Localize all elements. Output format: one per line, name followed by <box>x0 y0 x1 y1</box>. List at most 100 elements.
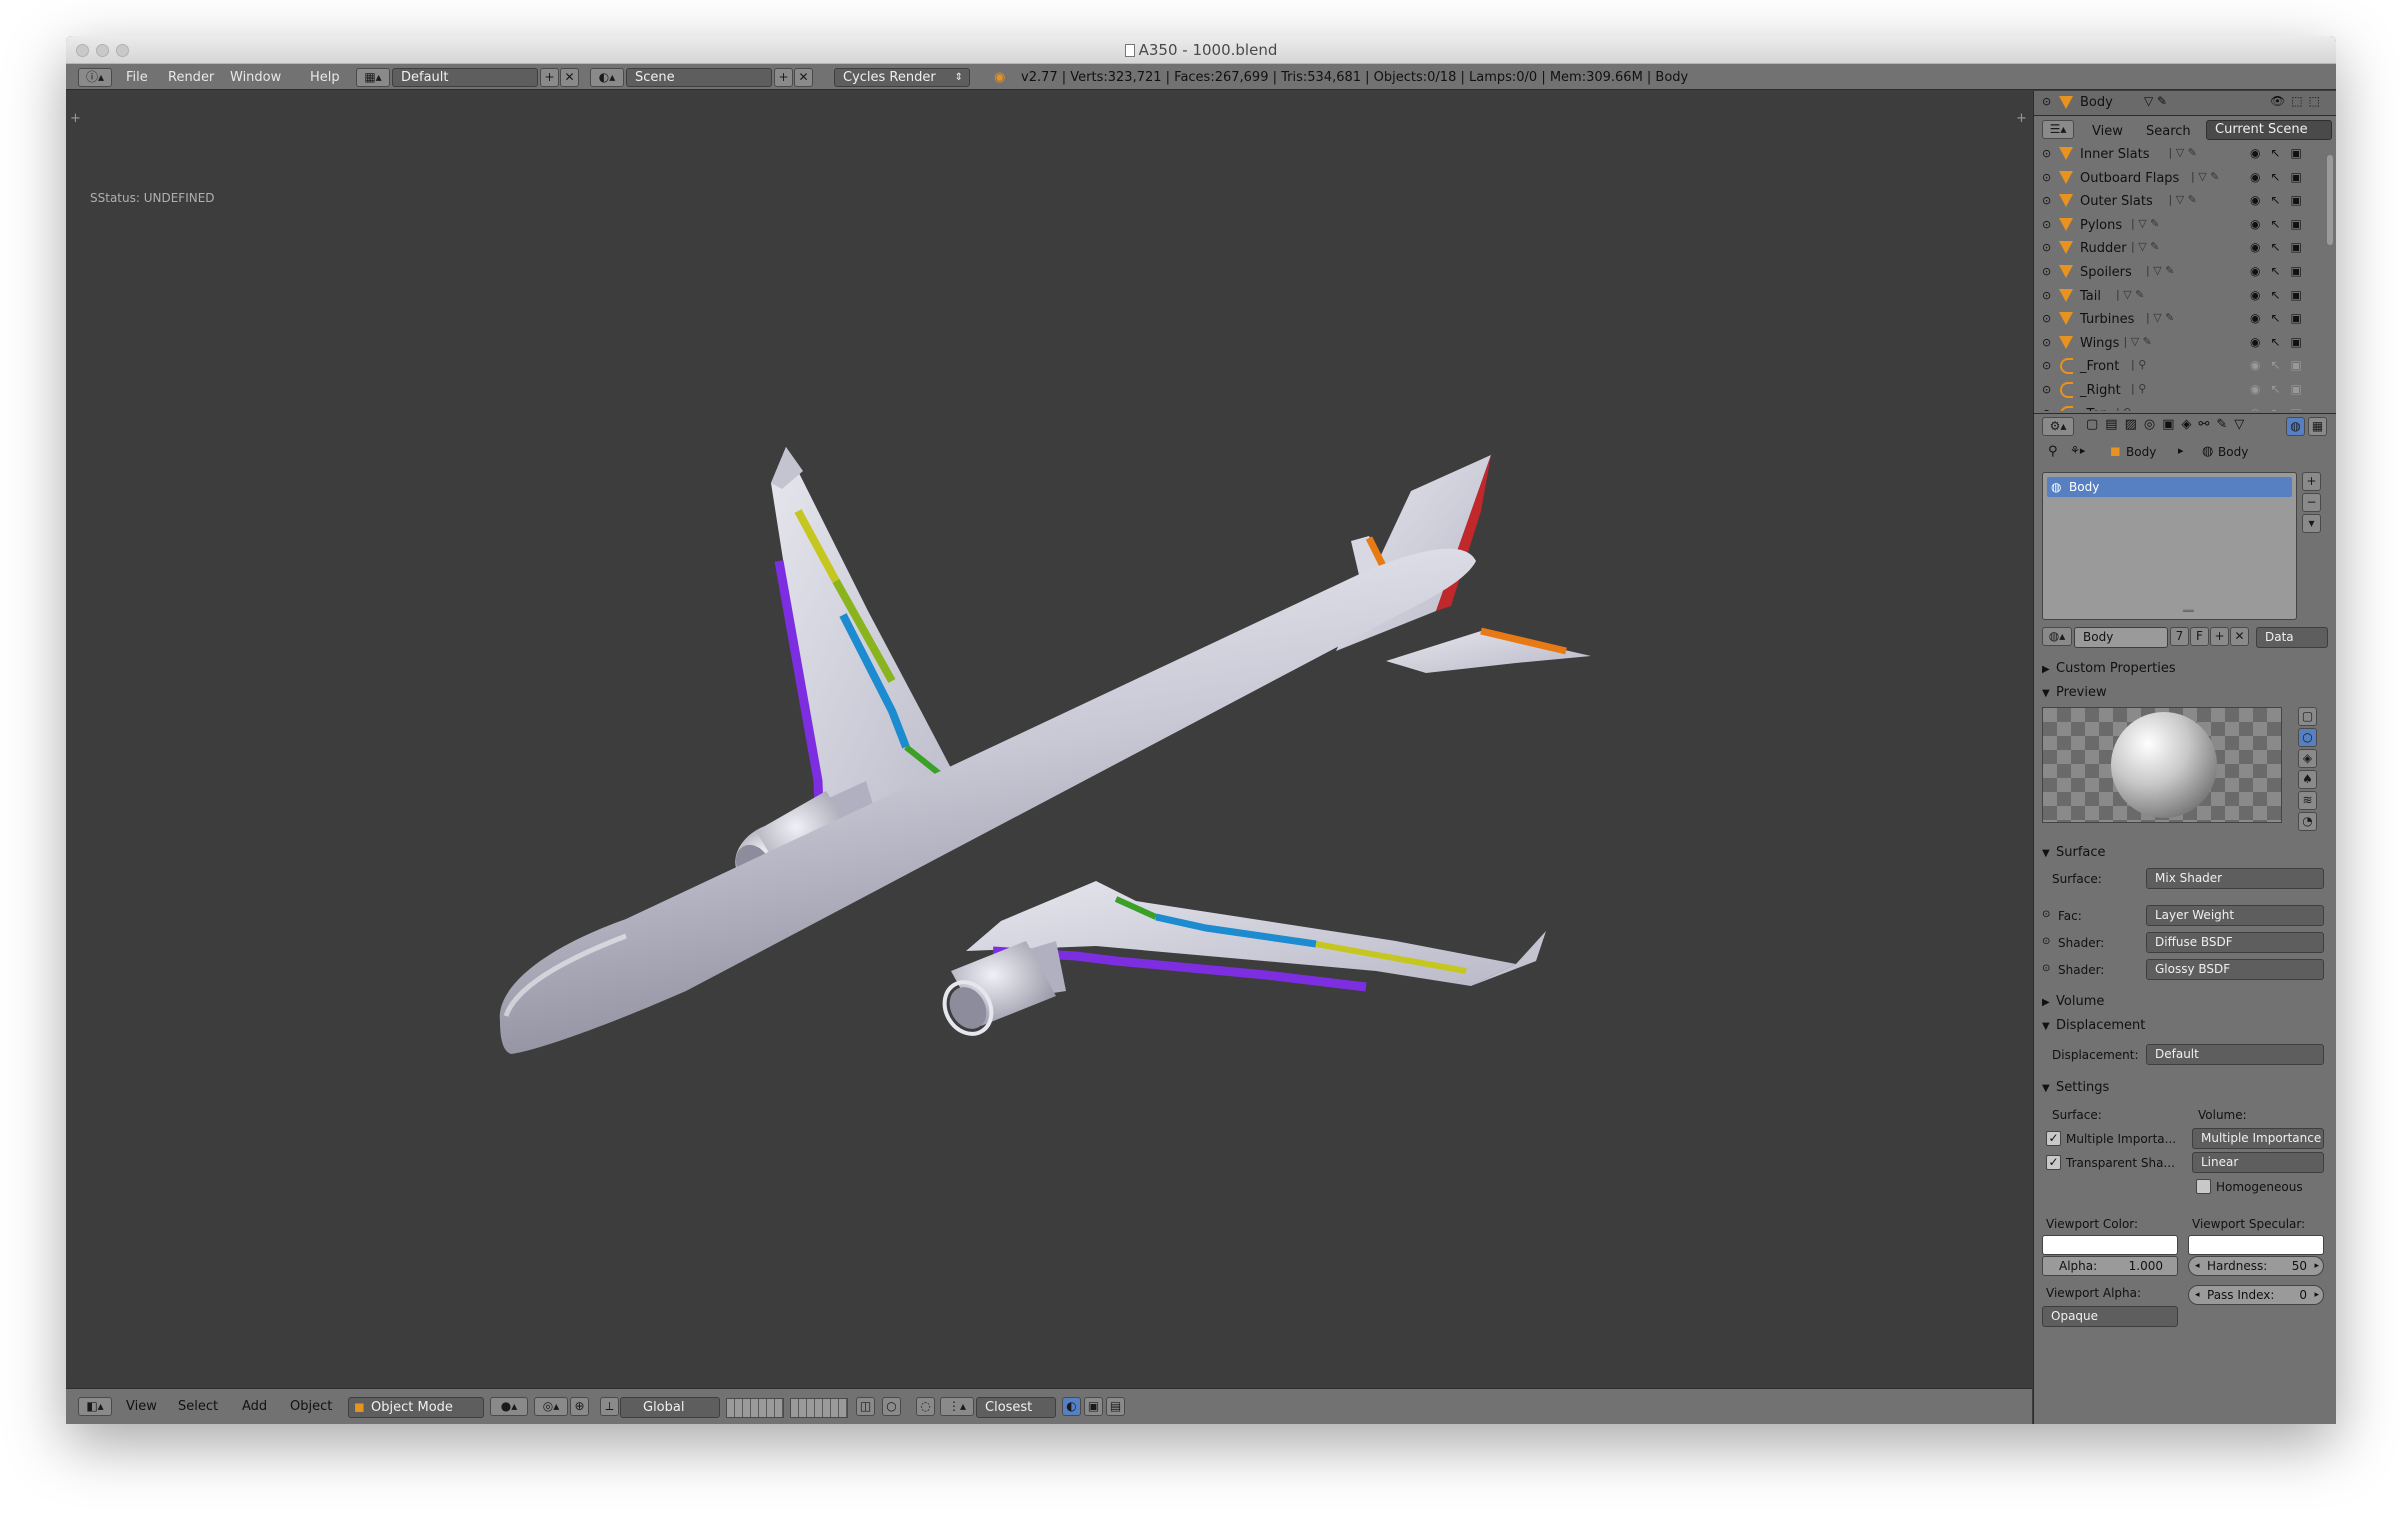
viewport-alpha-select[interactable]: Opaque <box>2042 1306 2178 1327</box>
section-surface[interactable]: ▼ Surface <box>2042 845 2106 860</box>
menu-select[interactable]: Select <box>178 1399 218 1414</box>
material-name-field[interactable]: Body <box>2074 627 2168 648</box>
menu-file[interactable]: File <box>126 68 148 87</box>
outliner-item[interactable]: ⊙ _Front | ⚲ ◉↖▣ <box>2034 355 2324 378</box>
visibility-toggles-icon[interactable]: ◉↖▣ <box>2250 240 2320 257</box>
display-mode-select[interactable]: Current Scene <box>2206 120 2332 140</box>
expand-icon[interactable]: ⊙ <box>2042 147 2051 160</box>
outliner-item[interactable]: ⊙ Spoilers | ▽ ✎ ◉↖▣ <box>2034 261 2324 284</box>
section-settings[interactable]: ▼ Settings <box>2042 1080 2109 1095</box>
visibility-toggles-icon[interactable]: ◉↖▣ <box>2250 147 2320 163</box>
add-material-slot-button[interactable]: + <box>2302 472 2321 491</box>
scene-icon[interactable]: ◐▴ <box>590 68 624 87</box>
visibility-toggles-icon[interactable]: ◉↖▣ <box>2250 406 2320 411</box>
opengl-render-animation-icon[interactable]: ▤ <box>1106 1397 1125 1416</box>
preview-sphere-button[interactable]: ○ <box>2298 728 2317 747</box>
airplane-model[interactable] <box>66 91 2032 1388</box>
section-volume[interactable]: ▶ Volume <box>2042 994 2104 1009</box>
new-material-button[interactable]: + <box>2210 627 2229 646</box>
transparent-shadows-checkbox[interactable]: ✓ <box>2046 1155 2061 1170</box>
transform-axis-icon[interactable]: ⟂ <box>600 1397 619 1416</box>
outliner-item[interactable]: ⊙ Tail | ▽ ✎ ◉↖▣ <box>2034 285 2324 308</box>
scene-field[interactable]: Scene <box>626 68 772 87</box>
increment-icon[interactable]: ▸ <box>2314 1257 2319 1275</box>
shader2-select[interactable]: Glossy BSDF <box>2146 959 2324 980</box>
proportional-edit-icon[interactable]: ◌ <box>916 1397 935 1416</box>
outliner-menu-search[interactable]: Search <box>2146 124 2191 139</box>
preview-sky-button[interactable]: ◔ <box>2298 812 2317 831</box>
menu-help[interactable]: Help <box>310 68 340 87</box>
browse-material-icon[interactable]: ◍▴ <box>2042 627 2072 646</box>
menu-object[interactable]: Object <box>290 1399 332 1414</box>
outliner-item[interactable]: ⊙ Outer Slats | ▽ ✎ ◉↖▣ <box>2034 190 2324 213</box>
opengl-render-icon[interactable]: ◐ <box>1062 1397 1081 1416</box>
visibility-toggles-icon[interactable]: ◉↖▣ <box>2250 193 2320 210</box>
preview-cube-button[interactable]: ◈ <box>2298 749 2317 768</box>
alpha-field[interactable]: Alpha: 1.000 <box>2042 1256 2178 1276</box>
snap-toggle-icon[interactable]: ⋮▴ <box>940 1397 974 1416</box>
fac-socket-icon[interactable]: ⊙ <box>2042 909 2050 920</box>
layers-grid-b-icon[interactable] <box>790 1398 848 1418</box>
outliner-item[interactable]: ⊙ Pylons | ▽ ✎ ◉↖▣ <box>2034 214 2324 237</box>
unlink-material-button[interactable]: ✕ <box>2230 627 2249 646</box>
expand-icon[interactable]: ⊙ <box>2042 407 2051 411</box>
outliner-item[interactable]: ⊙ Rudder | ▽ ✎ ◉↖▣ <box>2034 237 2324 260</box>
properties-context-tabs-icon[interactable]: ▢▤▨◎▣◈⚯✎▽ <box>2086 417 2251 432</box>
section-custom-properties[interactable]: ▶ Custom Properties <box>2042 661 2176 676</box>
expand-icon[interactable]: ⊙ <box>2042 218 2051 231</box>
visibility-toggles-icon[interactable]: ◉↖▣ <box>2250 382 2320 399</box>
editor-type-info-icon[interactable]: ⓘ▴ <box>78 68 112 87</box>
pin-icon[interactable]: ⚲ <box>2048 444 2058 459</box>
decrement-icon[interactable]: ◂ <box>2195 1286 2200 1304</box>
hardness-field[interactable]: ◂ Hardness: 50 ▸ <box>2188 1256 2324 1276</box>
visibility-toggles-icon[interactable]: ◉↖▣ <box>2250 335 2320 352</box>
viewport-color-swatch[interactable] <box>2042 1235 2178 1255</box>
preview-monkey-button[interactable]: ♠ <box>2298 770 2317 789</box>
shader1-socket-icon[interactable]: ⊙ <box>2042 936 2050 947</box>
volume-interpolation-select[interactable]: Linear <box>2192 1152 2324 1173</box>
remove-scene-button[interactable]: ✕ <box>794 68 813 87</box>
editor-type-3d-icon[interactable]: ◧▴ <box>78 1397 112 1416</box>
layout-field[interactable]: Default <box>392 68 538 87</box>
visibility-toggles-icon[interactable]: ◉↖▣ <box>2250 217 2320 234</box>
expand-icon[interactable]: ⊙ <box>2042 359 2051 372</box>
material-link-select[interactable]: Data <box>2256 627 2328 648</box>
layers-grid-a-icon[interactable] <box>726 1398 784 1418</box>
manipulator-toggle-icon[interactable]: ⊕ <box>570 1397 589 1416</box>
expand-icon[interactable]: ⊙ <box>2042 312 2051 325</box>
pivot-point-icon[interactable]: ◎▴ <box>534 1397 568 1416</box>
visibility-toggles-icon[interactable]: ◉↖▣ <box>2250 311 2320 328</box>
remove-layout-button[interactable]: ✕ <box>560 68 579 87</box>
expand-icon[interactable]: ⊙ <box>2042 289 2051 302</box>
3d-viewport[interactable]: + + SStatus: UNDEFINED <box>66 91 2032 1388</box>
material-slot-body[interactable]: ◍ Body <box>2047 477 2292 497</box>
expand-icon[interactable]: ⊙ <box>2042 336 2051 349</box>
volume-sampling-select[interactable]: Multiple Importance <box>2192 1128 2324 1149</box>
material-users-count[interactable]: 7 <box>2170 627 2189 646</box>
expand-icon[interactable]: ⊙ <box>2042 265 2051 278</box>
shader1-select[interactable]: Diffuse BSDF <box>2146 932 2324 953</box>
visibility-toggles-icon[interactable]: ◉↖▣ <box>2250 358 2320 375</box>
preview-flat-button[interactable]: ▢ <box>2298 707 2317 726</box>
section-preview[interactable]: ▼ Preview <box>2042 685 2107 700</box>
material-tab-icon[interactable]: ◍ <box>2286 417 2305 436</box>
visibility-toggles-icon[interactable]: 👁⬚⬚ <box>2270 94 2326 108</box>
increment-icon[interactable]: ▸ <box>2314 1286 2319 1304</box>
screen-layout-icon[interactable]: ▦▴ <box>356 68 390 87</box>
mode-select[interactable]: ◼ Object Mode <box>348 1397 484 1418</box>
fake-user-button[interactable]: F <box>2190 627 2209 646</box>
add-layout-button[interactable]: + <box>540 68 559 87</box>
render-only-icon[interactable]: ○ <box>882 1397 901 1416</box>
expand-icon[interactable]: ⊙ <box>2042 171 2051 184</box>
pass-index-field[interactable]: ◂ Pass Index: 0 ▸ <box>2188 1285 2324 1305</box>
outliner-scrollbar[interactable] <box>2327 155 2333 245</box>
visibility-toggles-icon[interactable]: ◉↖▣ <box>2250 170 2320 187</box>
add-scene-button[interactable]: + <box>774 68 793 87</box>
fac-input-select[interactable]: Layer Weight <box>2146 905 2324 926</box>
remove-material-slot-button[interactable]: − <box>2302 493 2321 512</box>
section-displacement[interactable]: ▼ Displacement <box>2042 1018 2145 1033</box>
menu-add[interactable]: Add <box>242 1399 267 1414</box>
visibility-toggles-icon[interactable]: ◉↖▣ <box>2250 264 2320 281</box>
render-engine-select[interactable]: Cycles Render ⇕ <box>834 68 970 87</box>
multiple-importance-checkbox[interactable]: ✓ <box>2046 1131 2061 1146</box>
